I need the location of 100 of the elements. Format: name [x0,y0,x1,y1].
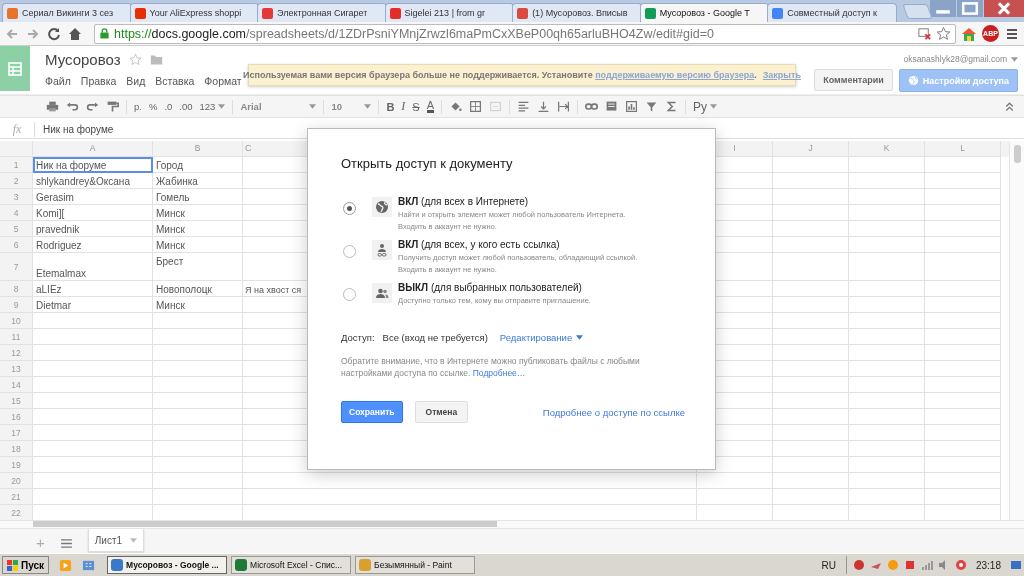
collapse-icon[interactable] [1003,100,1016,113]
media-player-icon[interactable] [59,558,73,572]
tray-icon[interactable] [954,559,967,571]
sheet-tab[interactable]: Лист1 [87,529,145,552]
cancel-button[interactable]: Отмена [414,401,469,423]
row-header[interactable]: 15 [0,393,33,409]
redo-icon[interactable] [86,100,99,113]
browser-tab[interactable]: Совместный доступ к [767,3,897,22]
row-header[interactable]: 1 [0,157,33,173]
document-title[interactable]: Мусоровоз [45,51,121,68]
menu-item[interactable]: Правка [80,75,117,87]
font-size-dropdown[interactable]: 10 [331,101,372,112]
row-header[interactable]: 12 [0,345,33,361]
clock[interactable]: 23:18 [975,559,1001,571]
paint-format-icon[interactable] [106,100,119,113]
address-bar[interactable]: https://docs.google.com/spreadsheets/d/1ZDrPsniYMnjZrwzl6maPmCxXBeP00qh65arluBHO4Zw/edit#gid=0 [94,23,956,44]
close-icon[interactable] [984,0,1024,17]
decrease-decimals-button[interactable]: .0 [164,101,173,112]
comments-button[interactable]: Комментарии [814,69,893,91]
strikethrough-button[interactable]: S [412,100,420,113]
vertical-align-icon[interactable] [537,100,551,113]
radio-button[interactable] [343,245,356,258]
filter-icon[interactable] [645,100,659,113]
column-header[interactable]: K [849,141,925,157]
browser-tab[interactable]: (1) Мусоровоз. Вписыв [512,3,642,22]
star-icon[interactable] [128,53,142,66]
browser-tab[interactable]: Мусоровоз - Google T [639,3,770,22]
column-header[interactable]: J [773,141,849,157]
percent-button[interactable]: % [148,101,158,112]
row-header[interactable]: 8 [0,281,33,297]
desktop-icon[interactable] [82,558,96,572]
taskbar-button[interactable]: Безымянный - Paint [355,556,476,574]
borders-icon[interactable] [469,100,483,113]
browser-tab[interactable]: Сериал Викинги 3 сез [2,3,132,22]
number-format-dropdown[interactable]: 123 [199,101,226,112]
column-header[interactable]: A [33,141,153,157]
account-email[interactable]: oksanashlyk28@gmail.com [903,54,1018,64]
taskbar-button[interactable]: Мусоровоз - Google ... [107,556,228,574]
menu-item[interactable]: Вид [126,75,146,87]
comment-icon[interactable] [605,100,619,113]
blocked-content-icon[interactable] [917,26,932,41]
row-header[interactable]: 21 [0,489,33,505]
undo-icon[interactable] [66,100,79,113]
row-header[interactable]: 2 [0,173,33,189]
language-indicator[interactable]: RU [821,559,836,571]
row-header[interactable]: 11 [0,329,33,345]
reload-icon[interactable] [46,25,62,42]
input-tools-dropdown[interactable]: Ру [693,99,718,114]
align-left-icon[interactable] [517,100,531,113]
house-icon[interactable] [961,25,977,42]
new-tab-button[interactable] [902,4,933,19]
radio-button[interactable] [343,202,356,215]
row-header[interactable]: 17 [0,425,33,441]
row-header[interactable]: 9 [0,297,33,313]
print-icon[interactable] [46,100,59,113]
column-header[interactable]: B [153,141,243,157]
chart-icon[interactable] [625,100,639,113]
row-header[interactable]: 5 [0,221,33,237]
menu-item[interactable]: Формат [204,75,242,87]
font-dropdown[interactable]: Arial [240,101,317,112]
signal-icon[interactable] [920,559,933,571]
menu-item[interactable]: Вставка [155,75,195,87]
text-color-button[interactable]: A [426,100,435,113]
row-header[interactable]: 19 [0,457,33,473]
browser-tab[interactable]: Электронная Сигарет [257,3,387,22]
column-header[interactable]: L [925,141,1001,157]
formula-input[interactable]: Ник на форуме [35,124,114,135]
radio-button[interactable] [343,288,356,301]
save-button[interactable]: Сохранить [341,401,403,423]
star-icon[interactable] [936,26,951,41]
increase-decimals-button[interactable]: .00 [179,101,193,112]
restore-icon[interactable] [957,0,984,17]
row-header[interactable]: 6 [0,237,33,253]
fill-color-icon[interactable] [449,100,463,113]
merge-cells-icon[interactable] [489,100,503,113]
row-header[interactable]: 3 [0,189,33,205]
tray-icon[interactable] [852,559,865,571]
row-header[interactable]: 4 [0,205,33,221]
link-icon[interactable] [585,100,599,113]
show-desktop-icon[interactable] [1010,559,1022,571]
browser-tab[interactable]: Sigelei 213 | from gr [384,3,515,22]
row-header[interactable]: 20 [0,473,33,489]
taskbar-button[interactable]: Microsoft Excel - Спис... [231,556,352,574]
browser-tab[interactable]: Your AliExpress shoppi [129,3,260,22]
text-wrap-icon[interactable] [557,100,571,113]
more-link[interactable]: Подробнее… [472,368,526,378]
row-header[interactable]: 13 [0,361,33,377]
start-button[interactable]: Пуск [2,556,50,574]
row-header[interactable]: 7 [0,253,33,281]
row-header[interactable]: 10 [0,313,33,329]
sheet-list-icon[interactable] [60,539,72,548]
help-link[interactable]: Подробнее о доступе по ссылке [542,406,685,418]
folder-icon[interactable] [149,53,163,66]
row-header[interactable]: 18 [0,441,33,457]
tray-icon[interactable] [903,559,916,571]
currency-button[interactable]: р. [134,101,142,112]
permission-dropdown[interactable]: Редактирование [499,332,584,343]
sum-icon[interactable] [665,100,679,113]
row-header[interactable]: 16 [0,409,33,425]
scrollbar-thumb[interactable] [33,521,497,527]
